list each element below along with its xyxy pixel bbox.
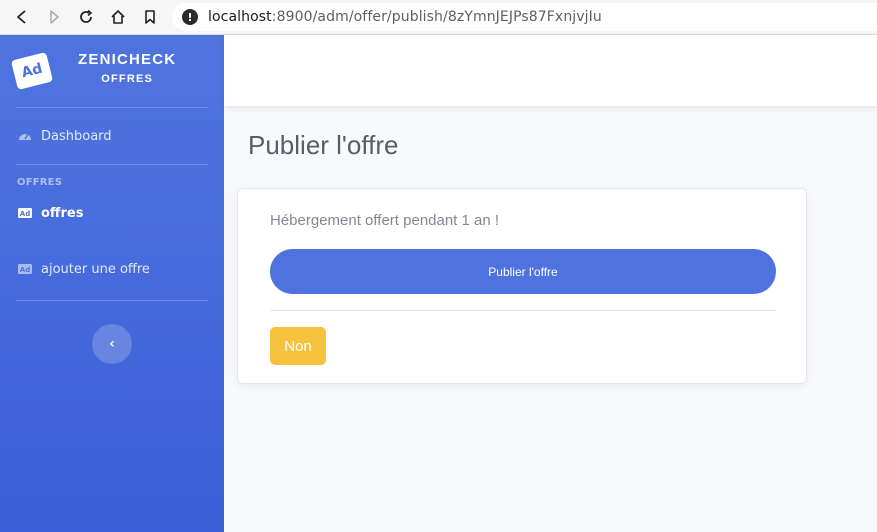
tachometer-icon <box>17 130 33 142</box>
forward-icon <box>50 10 59 24</box>
ad-icon: Ad <box>17 207 33 219</box>
sidebar-toggle-button[interactable]: ‹ <box>92 324 132 364</box>
forward-button[interactable] <box>38 1 70 33</box>
ad-logo-icon: Ad <box>10 52 54 90</box>
sidebar-item-offres[interactable]: Ad offres <box>0 188 224 238</box>
hosting-offer-text: Hébergement offert pendant 1 an ! <box>270 212 500 229</box>
no-button[interactable]: Non <box>270 327 326 365</box>
bookmark-button[interactable] <box>134 1 166 33</box>
sidebar-divider <box>16 300 208 301</box>
brand-text: ZENICHECK OFFRES <box>78 51 176 85</box>
brand-subtitle: OFFRES <box>101 73 154 85</box>
browser-toolbar: ! localhost:8900/adm/offer/publish/8zYmn… <box>0 0 877 35</box>
sidebar-item-label: ajouter une offre <box>41 261 150 277</box>
brand-name: ZENICHECK <box>78 51 177 68</box>
chevron-left-icon: ‹ <box>109 336 115 352</box>
url-text: localhost:8900/adm/offer/publish/8zYmnJE… <box>208 9 602 25</box>
sidebar-item-ajouter-une-offre[interactable]: Ad ajouter une offre <box>0 238 224 300</box>
home-icon <box>111 10 125 24</box>
page-title: Publier l'offre <box>248 130 399 160</box>
info-icon[interactable]: ! <box>182 9 198 25</box>
sidebar-heading: OFFRES <box>17 177 63 188</box>
publish-card: Hébergement offert pendant 1 an ! Publie… <box>237 188 807 384</box>
svg-text:Ad: Ad <box>20 210 30 218</box>
card-divider <box>270 310 776 311</box>
url-path: :8900/adm/offer/publish/8zYmnJEJPs87Fxnj… <box>271 9 602 25</box>
bookmark-icon <box>145 10 155 24</box>
back-button[interactable] <box>6 1 38 33</box>
sidebar-item-dashboard[interactable]: Dashboard <box>0 108 224 164</box>
svg-text:Ad: Ad <box>20 266 30 274</box>
back-icon <box>17 10 26 24</box>
sidebar: Ad ZENICHECK OFFRES Dashboard OFFRES Ad … <box>0 35 224 532</box>
ad-icon: Ad <box>17 263 33 275</box>
address-bar[interactable]: ! localhost:8900/adm/offer/publish/8zYmn… <box>172 3 877 31</box>
sidebar-item-label: offres <box>41 205 84 221</box>
reload-icon <box>80 9 93 23</box>
publish-offer-button[interactable]: Publier l'offre <box>270 249 776 294</box>
url-host: localhost <box>208 9 272 25</box>
home-button[interactable] <box>102 1 134 33</box>
brand[interactable]: Ad ZENICHECK OFFRES <box>0 35 224 107</box>
topbar <box>224 35 877 106</box>
sidebar-item-label: Dashboard <box>41 128 112 144</box>
reload-button[interactable] <box>70 1 102 33</box>
